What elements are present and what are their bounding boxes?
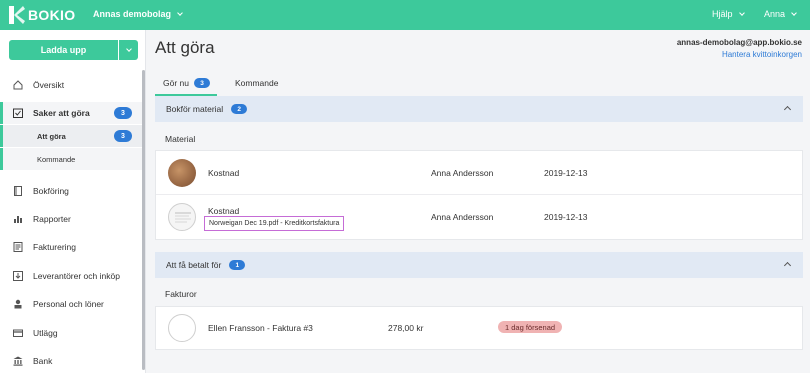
section-count-badge: 1 (229, 260, 246, 270)
sidebar-item-label: Utlägg (33, 328, 58, 338)
bokio-logo[interactable]: BOKIO (9, 5, 75, 25)
sidebar-subitem-label: Kommande (37, 154, 76, 164)
sidebar-scrollbar[interactable] (142, 70, 145, 370)
book-icon (13, 186, 23, 196)
group-label-fakturor: Fakturor (155, 281, 803, 307)
tab-label: Gör nu (163, 78, 189, 88)
document-thumbnail[interactable] (168, 203, 196, 231)
item-person: Anna Andersson (431, 168, 494, 178)
item-name: Kostnad (208, 206, 240, 216)
bokio-logo-icon (9, 6, 25, 24)
invoice-list: Ellen Fransson - Faktura #3 278,00 kr 1 … (155, 306, 803, 350)
upload-button[interactable]: Ladda upp (9, 40, 118, 60)
sidebar-item-label: Bokföring (33, 186, 69, 196)
sidebar-subitem-label: Att göra (37, 131, 66, 141)
sidebar-item-utlagg[interactable]: Utlägg (0, 322, 142, 344)
tab-label: Kommande (235, 78, 279, 88)
section-header-bokfor-material[interactable]: Bokför material 2 (155, 96, 803, 122)
chevron-down-icon (738, 9, 745, 16)
invoice-thumbnail[interactable] (168, 314, 196, 342)
tab-kommande[interactable]: Kommande (235, 78, 305, 96)
sidebar-item-personal[interactable]: Personal och löner (0, 293, 142, 315)
home-icon (13, 80, 23, 90)
sidebar-item-todo[interactable]: Saker att göra 3 (0, 102, 142, 124)
checklist-icon (13, 108, 23, 118)
section-title: Att få betalt för (166, 260, 222, 270)
chevron-down-icon (177, 9, 183, 16)
material-list: Kostnad Anna Andersson 2019-12-13 Kostna… (155, 150, 803, 240)
help-label: Hjälp (712, 9, 733, 19)
upload-button-group: Ladda upp (9, 40, 138, 60)
sidebar-item-bokforing[interactable]: Bokföring (0, 180, 142, 202)
item-name: Kostnad (208, 168, 240, 178)
sidebar-item-label: Fakturering (33, 242, 76, 252)
bar-chart-icon (13, 214, 23, 224)
sidebar-subitem-kommande[interactable]: Kommande (0, 148, 142, 170)
sidebar-item-label: Personal och löner (33, 299, 104, 309)
sidebar-item-fakturering[interactable]: Fakturering (0, 236, 142, 258)
sidebar-item-rapporter[interactable]: Rapporter (0, 208, 142, 230)
list-item[interactable]: Kostnad Anna Andersson 2019-12-13 (156, 151, 802, 195)
chevron-down-icon (125, 45, 132, 52)
list-item[interactable]: Kostnad Norweigan Dec 19.pdf - Kreditkor… (156, 195, 802, 240)
attached-file-label[interactable]: Norweigan Dec 19.pdf - Kreditkortsfaktur… (204, 216, 345, 231)
sidebar-item-bank[interactable]: Bank (0, 350, 142, 372)
chevron-down-icon (791, 9, 797, 16)
tab-gor-nu[interactable]: Gör nu 3 (155, 78, 217, 96)
sidebar-item-leverantorer[interactable]: Leverantörer och inköp (0, 265, 142, 287)
inbox-email: annas-demobolag@app.bokio.se (676, 38, 802, 47)
chevron-up-icon[interactable] (783, 105, 792, 114)
status-badge: 1 dag försenad (498, 321, 563, 333)
receipt-thumbnail[interactable] (168, 159, 196, 187)
download-box-icon (13, 271, 23, 281)
upload-dropdown-button[interactable] (118, 40, 138, 60)
chevron-up-icon[interactable] (783, 261, 792, 270)
sidebar-item-label: Översikt (33, 80, 65, 90)
section-count-badge: 2 (231, 104, 248, 114)
sidebar-item-label: Rapporter (33, 214, 71, 224)
invoice-icon (13, 242, 23, 252)
user-name: Anna (764, 9, 786, 19)
sidebar-item-label: Saker att göra (33, 108, 90, 118)
company-selector[interactable]: Annas demobolag (93, 9, 183, 19)
top-bar: BOKIO Annas demobolag Hjälp Anna (0, 0, 810, 30)
section-title: Bokför material (166, 104, 224, 114)
item-person: Anna Andersson (431, 212, 494, 222)
sidebar-item-overview[interactable]: Översikt (0, 74, 142, 96)
sidebar-item-label: Leverantörer och inköp (33, 271, 120, 281)
sidebar: Ladda upp Översikt Saker att göra 3 Att … (0, 30, 146, 373)
att-gora-count-badge: 3 (114, 130, 132, 142)
todo-count-badge: 3 (114, 107, 132, 119)
item-date: 2019-12-13 (544, 212, 588, 222)
sidebar-subitem-att-gora[interactable]: Att göra 3 (0, 125, 142, 147)
list-item[interactable]: Ellen Fransson - Faktura #3 278,00 kr 1 … (156, 307, 802, 349)
sidebar-item-label: Bank (33, 356, 53, 366)
user-menu[interactable]: Anna (764, 9, 797, 19)
manage-inbox-link[interactable]: Hantera kvittoinkorgen (722, 50, 802, 59)
card-icon (13, 328, 23, 338)
company-name: Annas demobolag (93, 9, 172, 19)
page-title: Att göra (155, 38, 215, 57)
help-menu[interactable]: Hjälp (712, 9, 745, 19)
item-date: 2019-12-13 (544, 168, 588, 178)
group-label-material: Material (155, 126, 803, 152)
item-amount: 278,00 kr (388, 323, 424, 333)
person-icon (13, 299, 23, 309)
bank-icon (13, 356, 23, 366)
tab-count-badge: 3 (194, 78, 210, 88)
item-name: Ellen Fransson - Faktura #3 (208, 323, 313, 333)
section-header-att-fa-betalt[interactable]: Att få betalt för 1 (155, 252, 803, 278)
logo-text: BOKIO (28, 7, 76, 23)
